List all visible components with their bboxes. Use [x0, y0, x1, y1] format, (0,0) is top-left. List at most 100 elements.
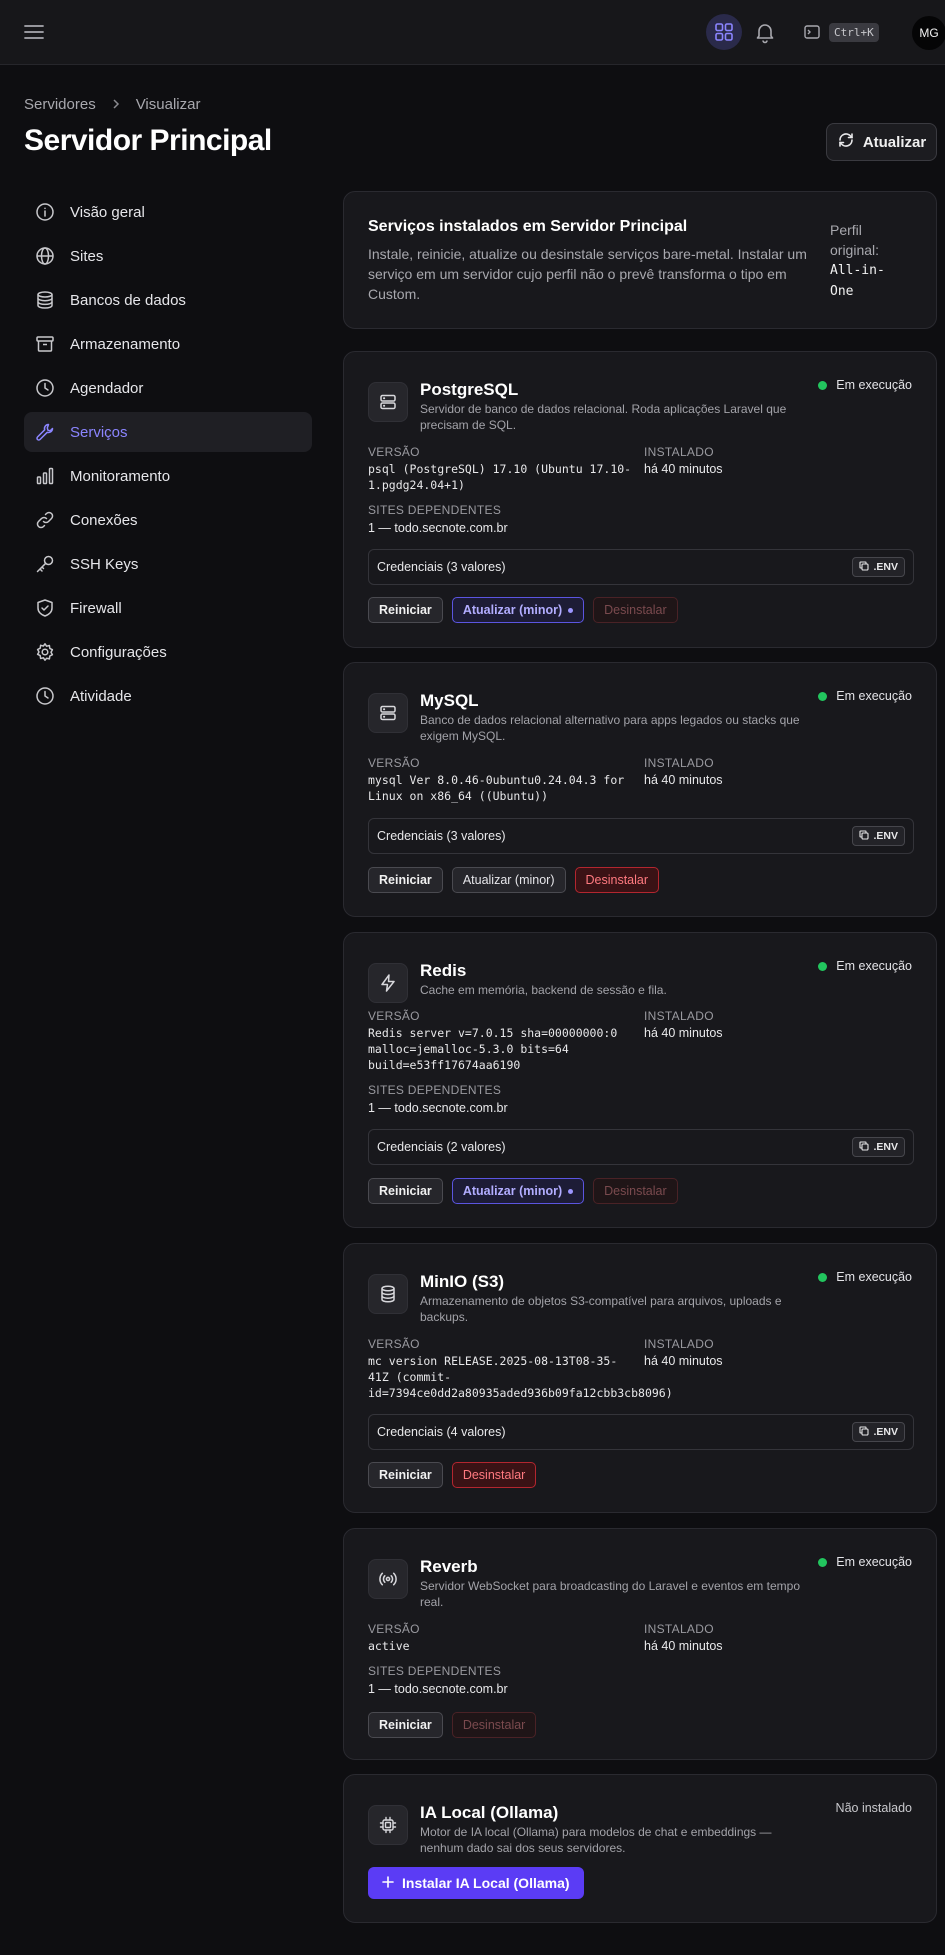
sidebar-item-label: Bancos de dados — [70, 291, 186, 309]
top-bar: Ctrl+K MG — [0, 0, 945, 65]
sidebar-item-agendador[interactable]: Agendador — [24, 368, 312, 408]
user-avatar[interactable]: MG — [912, 16, 945, 50]
restart-button[interactable]: Reiniciar — [368, 1712, 443, 1738]
update-label: Atualizar (minor) — [462, 603, 563, 617]
dependents-value: 1 — todo.secnote.com.br — [368, 1682, 508, 1696]
version-label: VERSÃO — [368, 1337, 420, 1351]
copy-env-button[interactable]: .ENV — [852, 1422, 905, 1442]
copy-env-button[interactable]: .ENV — [852, 1137, 905, 1157]
env-label: .ENV — [873, 561, 898, 573]
menu-icon[interactable] — [22, 20, 46, 44]
version-label: VERSÃO — [368, 445, 420, 459]
sidebar-item-ssh-keys[interactable]: SSH Keys — [24, 544, 312, 584]
copy-icon — [859, 1425, 870, 1439]
sidebar-item-configuracoes[interactable]: Configurações — [24, 632, 312, 672]
version-value: psql (PostgreSQL) 17.10 (Ubuntu 17.10-1.… — [368, 462, 632, 492]
service-card-redis: Redis Cache em memória, backend de sessã… — [343, 932, 937, 1228]
actions: Reiniciar Atualizar (minor) Desinstalar — [368, 1178, 678, 1204]
page-title: Servidor Principal — [24, 124, 272, 157]
service-card-ollama: IA Local (Ollama) Motor de IA local (Oll… — [343, 1774, 937, 1923]
version-label: VERSÃO — [368, 1009, 420, 1023]
sidebar-item-label: Agendador — [70, 379, 144, 397]
shield-icon — [34, 597, 56, 619]
status-dot — [818, 1557, 828, 1567]
status-badge: Em execução — [818, 1270, 912, 1284]
dependents-value: 1 — todo.secnote.com.br — [368, 521, 508, 535]
status-badge: Em execução — [818, 378, 912, 392]
sidebar-item-firewall[interactable]: Firewall — [24, 588, 312, 628]
terminal-icon[interactable] — [803, 23, 821, 41]
restart-button[interactable]: Reiniciar — [368, 1178, 443, 1204]
command-shortcut-kbd[interactable]: Ctrl+K — [829, 23, 879, 42]
service-name: IA Local (Ollama) — [420, 1803, 559, 1822]
copy-env-button[interactable]: .ENV — [852, 557, 905, 577]
restart-button[interactable]: Reiniciar — [368, 1462, 443, 1488]
sidebar-item-visao-geral[interactable]: Visão geral — [24, 192, 312, 232]
env-label: .ENV — [873, 1426, 898, 1438]
status-dot — [818, 1272, 828, 1282]
service-card-reverb: Reverb Servidor WebSocket para broadcast… — [343, 1528, 937, 1760]
credentials-label: Credenciais (4 valores) — [377, 1425, 506, 1439]
refresh-icon — [837, 131, 855, 153]
credentials-row[interactable]: Credenciais (2 valores) .ENV — [368, 1129, 914, 1165]
service-description: Servidor de banco de dados relacional. R… — [420, 402, 787, 432]
breadcrumb: Servidores Visualizar — [24, 96, 200, 113]
restart-button[interactable]: Reiniciar — [368, 597, 443, 623]
uninstall-button[interactable]: Desinstalar — [593, 1178, 678, 1204]
update-minor-button[interactable]: Atualizar (minor) — [451, 867, 566, 893]
installed-label: INSTALADO — [644, 1622, 714, 1636]
sidebar-item-label: Sites — [70, 247, 104, 265]
status-badge: Em execução — [818, 1555, 912, 1569]
sidebar-item-armazenamento[interactable]: Armazenamento — [24, 324, 312, 364]
sidebar-item-servicos[interactable]: Serviços — [24, 412, 312, 452]
sidebar-item-bancos-de-dados[interactable]: Bancos de dados — [24, 280, 312, 320]
original-profile: Perfil original: All-in-One — [830, 220, 900, 302]
info-icon — [34, 201, 56, 223]
copy-env-button[interactable]: .ENV — [852, 826, 905, 846]
status-badge: Não instalado — [836, 1801, 912, 1815]
copy-icon — [859, 829, 870, 843]
sidebar-item-atividade[interactable]: Atividade — [24, 676, 312, 716]
service-description: Banco de dados relacional alternativo pa… — [420, 713, 800, 743]
bar-chart-icon — [34, 465, 56, 487]
status-dot — [818, 380, 828, 390]
install-ollama-button[interactable]: Instalar IA Local (Ollama) — [368, 1867, 584, 1899]
uninstall-button[interactable]: Desinstalar — [451, 1462, 537, 1488]
version-label: VERSÃO — [368, 756, 420, 770]
service-name: Redis — [420, 961, 467, 980]
credentials-row[interactable]: Credenciais (4 valores) .ENV — [368, 1414, 914, 1450]
globe-icon — [34, 245, 56, 267]
copy-icon — [859, 1140, 870, 1154]
sidebar-item-sites[interactable]: Sites — [24, 236, 312, 276]
bell-icon[interactable] — [753, 20, 777, 44]
uninstall-button[interactable]: Desinstalar — [574, 867, 660, 893]
credentials-row[interactable]: Credenciais (3 valores) .ENV — [368, 818, 914, 854]
sidebar-item-label: Armazenamento — [70, 335, 181, 353]
service-name: MinIO (S3) — [420, 1272, 505, 1291]
update-minor-button[interactable]: Atualizar (minor) — [451, 1178, 585, 1204]
sidebar-item-label: Configurações — [70, 643, 167, 661]
uninstall-button[interactable]: Desinstalar — [593, 597, 678, 623]
original-profile-label: Perfil original: — [830, 222, 880, 258]
restart-button[interactable]: Reiniciar — [368, 867, 443, 893]
installed-label: INSTALADO — [644, 1009, 714, 1023]
status-dot — [818, 691, 828, 701]
credentials-row[interactable]: Credenciais (3 valores) .ENV — [368, 549, 914, 585]
update-minor-button[interactable]: Atualizar (minor) — [451, 597, 585, 623]
refresh-label: Atualizar — [862, 133, 927, 151]
uninstall-button[interactable]: Desinstalar — [451, 1712, 537, 1738]
database-icon — [34, 289, 56, 311]
installed-value: há 40 minutos — [644, 462, 723, 476]
actions: Reiniciar Atualizar (minor) Desinstalar — [368, 597, 678, 623]
service-description: Cache em memória, backend de sessão e fi… — [420, 983, 667, 997]
version-value: active — [368, 1639, 410, 1653]
refresh-button[interactable]: Atualizar — [826, 123, 937, 161]
update-dot — [568, 607, 574, 613]
apps-grid-icon[interactable] — [706, 14, 742, 50]
service-name: MySQL — [420, 691, 479, 710]
sidebar-item-monitoramento[interactable]: Monitoramento — [24, 456, 312, 496]
sidebar-item-label: Visão geral — [70, 203, 145, 221]
breadcrumb-parent[interactable]: Servidores — [24, 96, 96, 113]
sidebar-item-conexoes[interactable]: Conexões — [24, 500, 312, 540]
version-value: mysql Ver 8.0.46-0ubuntu0.24.04.3 for Li… — [368, 773, 625, 803]
